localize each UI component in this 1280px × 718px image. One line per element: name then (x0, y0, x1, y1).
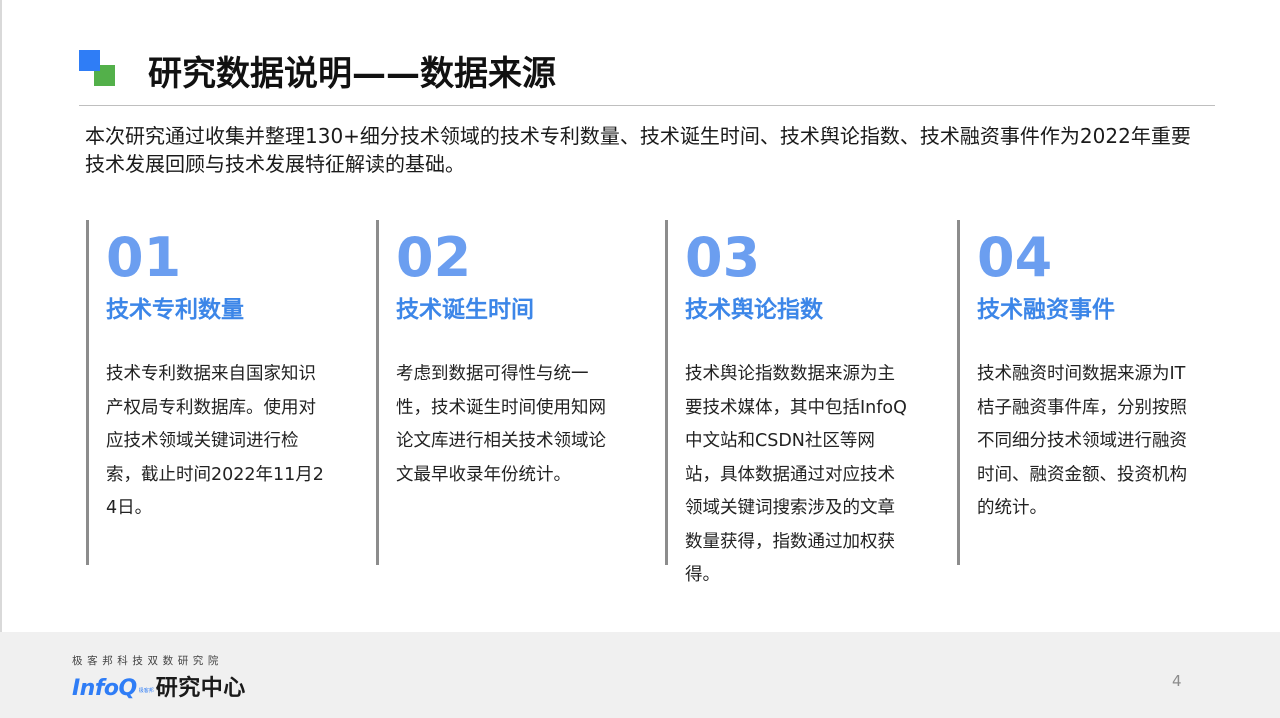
column-text: 技术融资时间数据来源为IT桔子融资事件库，分别按照不同细分技术领域进行融资时间、… (977, 364, 1187, 518)
column-number: 03 (685, 226, 761, 289)
frame-edge (0, 0, 2, 718)
page-title: 研究数据说明——数据来源 (148, 54, 556, 94)
column-text: 技术专利数据来自国家知识产权局专利数据库。使用对应技术领域关键词进行检索，截止时… (106, 364, 324, 518)
footer-org-name: 极客邦科技双数研究院 (72, 655, 223, 667)
page-number: 4 (1172, 672, 1182, 690)
column-text: 考虑到数据可得性与统一性，技术诞生时间使用知网论文库进行相关技术领域论文最早收录… (396, 364, 606, 485)
blue-square-icon (79, 50, 100, 71)
column-text: 技术舆论指数数据来源为主要技术媒体，其中包括InfoQ中文站和CSDN社区等网站… (685, 364, 907, 585)
column-divider (86, 220, 89, 565)
column-divider (665, 220, 668, 565)
logo-small-text: 极客邦 (138, 688, 154, 694)
logo-brand: InfoQ (72, 676, 137, 701)
column-number: 02 (396, 226, 472, 289)
column-divider (376, 220, 379, 565)
logo-cn-text: 研究中心 (155, 676, 246, 701)
infoq-logo: InfoQ 极客邦研究中心 (72, 670, 246, 701)
title-decoration-icon (79, 50, 117, 88)
title-divider (79, 105, 1215, 106)
intro-paragraph: 本次研究通过收集并整理130+细分技术领域的技术专利数量、技术诞生时间、技术舆论… (85, 124, 1191, 176)
column-heading: 技术专利数量 (106, 297, 244, 323)
column-divider (957, 220, 960, 565)
footer: 极客邦科技双数研究院 InfoQ 极客邦研究中心 4 (0, 632, 1280, 718)
column-heading: 技术舆论指数 (685, 297, 823, 323)
column-number: 04 (977, 226, 1053, 289)
column-heading: 技术融资事件 (977, 297, 1115, 323)
column-heading: 技术诞生时间 (396, 297, 534, 323)
column-number: 01 (106, 226, 182, 289)
